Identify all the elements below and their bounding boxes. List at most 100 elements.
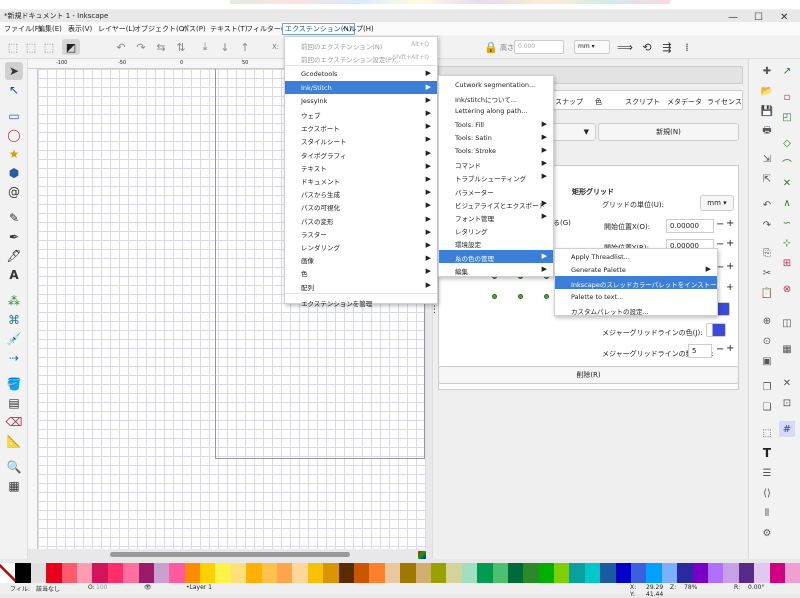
opacity-value[interactable]: 100 bbox=[96, 584, 107, 591]
menu-layer[interactable]: レイヤー(L) bbox=[98, 24, 135, 34]
menu-item[interactable]: ウェブ ▶ bbox=[285, 107, 437, 120]
palette-swatch[interactable] bbox=[246, 563, 262, 583]
palette-swatch[interactable] bbox=[353, 563, 370, 583]
palette-swatch[interactable] bbox=[277, 563, 293, 583]
menu-item[interactable]: カスタムパレットの設定... bbox=[555, 303, 717, 316]
palette-swatch[interactable] bbox=[538, 563, 555, 583]
open-icon[interactable]: 📂 bbox=[759, 83, 775, 99]
save-icon[interactable]: 💾 bbox=[759, 103, 775, 119]
palette-swatch[interactable] bbox=[46, 563, 62, 583]
palette-swatch[interactable] bbox=[123, 563, 139, 583]
pages-tool-icon[interactable]: ▦ bbox=[5, 477, 23, 495]
rect-tool-icon[interactable]: ▭ bbox=[5, 107, 23, 125]
scale-stroke-icon[interactable]: ⟹ bbox=[616, 39, 634, 55]
gradient-tool-icon[interactable]: ▤ bbox=[5, 394, 23, 412]
major-every-input[interactable]: 5 bbox=[688, 344, 712, 358]
star-tool-icon[interactable]: ★ bbox=[5, 145, 23, 163]
menu-item[interactable]: 編集 ▶ bbox=[439, 263, 553, 276]
menu-item[interactable]: エクスポート ▶ bbox=[285, 120, 437, 133]
paint-bucket-icon[interactable]: 🪣 bbox=[5, 375, 23, 393]
palette-swatch[interactable] bbox=[384, 563, 401, 583]
node-tool-icon[interactable]: ↖ bbox=[5, 81, 23, 99]
menu-item[interactable]: コマンド ▶ bbox=[439, 157, 553, 170]
menu-text[interactable]: テキスト(T) bbox=[210, 24, 248, 34]
palette-swatch[interactable] bbox=[307, 563, 324, 583]
menu-item[interactable]: トラブルシューティング ▶ bbox=[439, 170, 553, 183]
snap-bbox-icon[interactable]: ▫ bbox=[779, 89, 795, 105]
zoom-page-icon[interactable]: ▣ bbox=[759, 353, 775, 369]
lower-bottom-icon[interactable]: ⤓ bbox=[196, 39, 214, 55]
palette-swatch[interactable] bbox=[707, 563, 724, 583]
align-icon[interactable]: ⫴ bbox=[759, 505, 775, 521]
palette-swatch[interactable] bbox=[61, 563, 77, 583]
tab-license[interactable]: ライセンス bbox=[707, 97, 742, 107]
spiral-tool-icon[interactable]: @ bbox=[5, 183, 23, 201]
color-manage-icon[interactable] bbox=[418, 551, 426, 559]
palette-swatch[interactable] bbox=[169, 563, 185, 583]
menu-item[interactable]: パスの可視化 ▶ bbox=[285, 199, 437, 212]
palette-swatch[interactable] bbox=[523, 563, 539, 583]
palette-swatch[interactable] bbox=[292, 563, 308, 583]
palette-swatch[interactable] bbox=[446, 563, 462, 583]
palette-swatch[interactable] bbox=[784, 563, 800, 583]
text-panel-icon[interactable]: T bbox=[759, 445, 775, 461]
palette-swatch[interactable] bbox=[615, 563, 632, 583]
layers-icon[interactable]: ☰ bbox=[759, 465, 775, 481]
menu-item[interactable]: Tools: Stroke ▶ bbox=[439, 144, 553, 157]
palette-swatch[interactable] bbox=[92, 563, 108, 583]
menu-item[interactable]: 環境設定 bbox=[439, 236, 553, 249]
snap-smooth-icon[interactable]: ∽ bbox=[779, 215, 795, 231]
print-icon[interactable]: 🖶 bbox=[759, 123, 775, 139]
palette-swatch[interactable] bbox=[415, 563, 431, 583]
plus-button[interactable]: + bbox=[726, 238, 734, 249]
plus-button[interactable]: + bbox=[726, 218, 734, 229]
menu-item[interactable]: 画像 ▶ bbox=[285, 252, 437, 265]
move-patterns-icon[interactable]: ⁞ bbox=[678, 39, 696, 55]
snap-bbox-edge-icon[interactable]: ◰ bbox=[779, 109, 795, 125]
palette-swatch[interactable] bbox=[677, 563, 693, 583]
zoom-selection-icon[interactable]: ⊕ bbox=[759, 313, 775, 329]
tweak-tool-icon[interactable]: ⌘ bbox=[5, 311, 23, 329]
move-gradients-icon[interactable]: ⇶ bbox=[658, 39, 676, 55]
prefs-icon[interactable]: ⚙ bbox=[759, 525, 775, 541]
palette-swatch[interactable] bbox=[646, 563, 662, 583]
menu-item[interactable]: Gcodetools ▶ bbox=[285, 67, 437, 80]
dropper-tool-icon[interactable]: 💉 bbox=[5, 330, 23, 348]
touch-select-icon[interactable]: ◩ bbox=[62, 39, 80, 55]
flip-v-icon[interactable]: ⇅ bbox=[172, 39, 190, 55]
tab-scripting[interactable]: スクリプト bbox=[625, 97, 660, 107]
menu-view[interactable]: 表示(V) bbox=[68, 24, 92, 34]
new-doc-icon[interactable]: ✚ bbox=[759, 63, 775, 79]
menu-item[interactable]: Apply Threadlist... bbox=[555, 250, 717, 263]
xml-editor-icon[interactable]: ⟨⟩ bbox=[759, 485, 775, 501]
menu-item[interactable]: パスから生成 ▶ bbox=[285, 186, 437, 199]
lock-icon[interactable]: 🔒 bbox=[482, 39, 500, 55]
export-icon[interactable]: ⇱ bbox=[759, 171, 775, 187]
palette-swatch[interactable] bbox=[569, 563, 585, 583]
raise-icon[interactable]: ↑ bbox=[236, 39, 254, 55]
unit-select[interactable]: mm ▾ bbox=[574, 40, 610, 54]
redo-icon[interactable]: ↷ bbox=[759, 217, 775, 233]
new-grid-button[interactable]: 新規(N) bbox=[598, 123, 739, 141]
palette-swatch[interactable] bbox=[723, 563, 739, 583]
duplicate-icon[interactable]: ❐ bbox=[759, 379, 775, 395]
menu-item[interactable]: 色 ▶ bbox=[285, 265, 437, 278]
undo-icon[interactable]: ↶ bbox=[759, 197, 775, 213]
snap-toggle-icon[interactable]: ↗ bbox=[779, 63, 795, 79]
snap-grid-line-icon[interactable]: ⊡ bbox=[779, 395, 795, 411]
palette-swatch[interactable] bbox=[507, 563, 524, 583]
palette-swatch[interactable] bbox=[554, 563, 570, 583]
spray-tool-icon[interactable]: ⁂ bbox=[5, 292, 23, 310]
palette-swatch[interactable] bbox=[261, 563, 278, 583]
horizontal-scrollbar[interactable] bbox=[110, 552, 350, 557]
menu-item[interactable]: パラメーター bbox=[439, 184, 553, 197]
snap-intersect-icon[interactable]: ✕ bbox=[779, 175, 795, 191]
select-all-icon[interactable]: ⬚ bbox=[4, 39, 22, 55]
menu-item[interactable]: 前回のエクステンション設定(P)... Shift+Alt+Q bbox=[285, 51, 437, 64]
rotate-ccw-icon[interactable]: ↶ bbox=[112, 39, 130, 55]
menu-item[interactable]: レタリング bbox=[439, 223, 553, 236]
delete-grid-button[interactable]: 削除(R) bbox=[438, 366, 739, 384]
menu-item[interactable]: Generate Palette ▶ bbox=[555, 263, 717, 276]
rotate-cw-icon[interactable]: ↷ bbox=[132, 39, 150, 55]
tab-metadata[interactable]: メタデータ bbox=[667, 97, 702, 107]
